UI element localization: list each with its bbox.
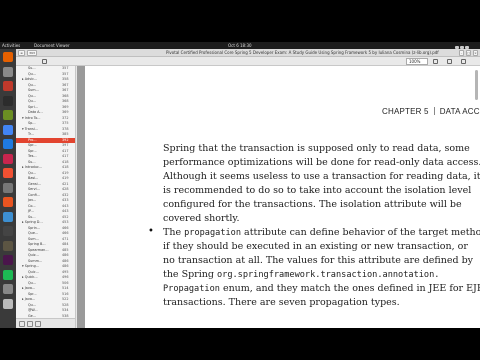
- outline-icon[interactable]: [27, 321, 33, 327]
- settings-icon[interactable]: [3, 182, 13, 193]
- gimp-icon[interactable]: [3, 240, 13, 251]
- paragraph-readonly: Spring that the transaction is supposed …: [163, 142, 480, 226]
- find-icon[interactable]: [447, 59, 452, 64]
- sidebar-toggle-button[interactable]: ≡: [18, 50, 25, 56]
- vscode-icon[interactable]: [3, 139, 13, 149]
- pdf-icon[interactable]: [3, 81, 13, 91]
- pdf-page: CHAPTER 5 DATA ACCESS Spring that the tra…: [85, 66, 480, 328]
- toolbar: 100%: [16, 57, 480, 66]
- store-icon[interactable]: [3, 197, 13, 207]
- section-label: DATA ACCESS: [439, 107, 480, 116]
- obs-icon[interactable]: [3, 226, 13, 236]
- app-icon[interactable]: [3, 110, 13, 120]
- paragraph-propagation: The propagation attribute can define beh…: [163, 226, 480, 310]
- sidebar-footer: [16, 318, 75, 328]
- text-line: if they should be executed in an existin…: [163, 241, 468, 252]
- text-line: configured for the transactions. The iso…: [163, 199, 462, 210]
- text-line: is recommended to do so to take into acc…: [163, 185, 472, 196]
- git-icon[interactable]: [3, 168, 13, 178]
- terminal-icon[interactable]: [3, 95, 13, 106]
- text-line: the Spring org.springframework.transacti…: [163, 269, 440, 280]
- text-line: Although it seems useless to use a trans…: [163, 171, 480, 182]
- chapter-label: CHAPTER 5: [382, 107, 429, 116]
- intellij-icon[interactable]: [3, 153, 13, 164]
- text-line: no transaction at all. The values for th…: [163, 255, 474, 266]
- window-title: Pivotal Certified Professional Core Spri…: [166, 50, 439, 55]
- text-line: Spring that the transaction is supposed …: [163, 143, 470, 154]
- system-tray[interactable]: [454, 44, 476, 49]
- trash-icon[interactable]: [3, 284, 13, 294]
- outline-list: Su... 357 Qu... 357 ▸ Advic... 358 Qu... 367 Sum…: [16, 66, 75, 328]
- text-line: performance optimizations will be done f…: [163, 157, 480, 168]
- text-line: covered shortly.: [163, 213, 240, 224]
- bookmarks-icon[interactable]: [35, 321, 41, 327]
- scrollbar[interactable]: [475, 70, 478, 100]
- menu-icon[interactable]: [461, 59, 466, 64]
- minimize-button[interactable]: –: [459, 50, 464, 56]
- app-menu[interactable]: Document Viewer: [34, 42, 70, 49]
- document-view[interactable]: CHAPTER 5 DATA ACCESS Spring that the tra…: [77, 66, 480, 328]
- text-line: transactions. There are seven propagatio…: [163, 297, 400, 308]
- title-bar: ≡ 393 Pivotal Certified Professional Cor…: [16, 49, 480, 57]
- show-apps-icon[interactable]: [3, 298, 13, 309]
- text-line: The propagation attribute can define beh…: [163, 227, 480, 238]
- firefox-icon[interactable]: [3, 52, 13, 62]
- code-token: propagation: [184, 228, 242, 238]
- clock[interactable]: Oct 6 18:30: [228, 42, 252, 49]
- desktop-screen: Activities Document Viewer Oct 6 18:30 ≡…: [0, 42, 480, 328]
- files-icon[interactable]: [3, 66, 13, 77]
- letterbox-bottom: [0, 328, 480, 360]
- close-button[interactable]: ×: [473, 50, 478, 56]
- slack-icon[interactable]: [3, 255, 13, 265]
- bullet: •: [148, 226, 154, 237]
- spotify-icon[interactable]: [3, 269, 13, 280]
- outline-sidebar: Su... 357 Qu... 357 ▸ Advic... 358 Qu... 367 Sum…: [16, 66, 76, 328]
- thumbnails-icon[interactable]: [19, 321, 25, 327]
- search-icon[interactable]: [42, 59, 47, 64]
- zoom-select[interactable]: 100%: [406, 58, 428, 65]
- page-field[interactable]: 393: [27, 50, 37, 56]
- top-panel: Activities Document Viewer Oct 6 18:30: [0, 42, 480, 49]
- code-token: Propagation: [163, 284, 220, 294]
- maximize-button[interactable]: □: [466, 50, 471, 56]
- code-token: org.springframework.transaction.annotati…: [216, 270, 440, 280]
- text-line: Propagation enum, and they match the one…: [163, 283, 480, 294]
- help-icon[interactable]: [3, 211, 13, 222]
- letterbox-top: [0, 0, 480, 42]
- chevron-down-icon[interactable]: [433, 59, 438, 64]
- activities-button[interactable]: Activities: [2, 42, 20, 49]
- document-viewer-window: ≡ 393 Pivotal Certified Professional Cor…: [16, 49, 480, 328]
- running-header: CHAPTER 5 DATA ACCESS: [382, 107, 480, 116]
- dock: [0, 49, 16, 328]
- chrome-icon[interactable]: [3, 124, 13, 135]
